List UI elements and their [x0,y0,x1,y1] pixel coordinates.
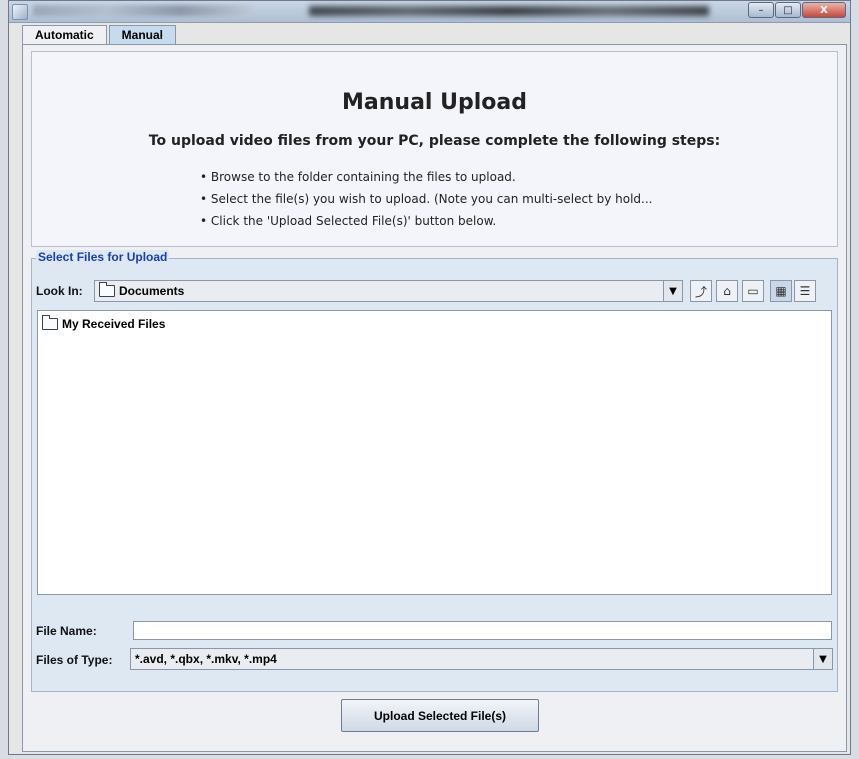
step-item: Click the 'Upload Selected File(s)' butt… [200,210,652,232]
page-title: Manual Upload [342,90,527,115]
minimize-button[interactable]: – [748,2,774,18]
list-view-button[interactable]: ▦ [770,280,792,302]
chevron-down-icon[interactable]: ▼ [813,649,832,669]
file-item-label: My Received Files [62,317,166,331]
file-list[interactable]: My Received Files [37,310,832,595]
file-chooser-group: Select Files for Upload Look In: Documen… [31,250,838,692]
look-in-row: Look In: Documents ▼ ⤴ ⌂ ▭ ▦ ☰ [36,280,833,304]
home-button[interactable]: ⌂ [716,280,738,302]
files-of-type-label: Files of Type: [36,653,113,667]
title-bar[interactable]: – □ X [9,1,850,23]
instructions-subtitle: To upload video files from your PC, plea… [148,133,721,149]
new-folder-button[interactable]: ▭ [742,280,764,302]
chevron-down-icon[interactable]: ▼ [663,281,682,301]
up-one-level-icon: ⤴ [694,284,707,299]
manual-tab-panel: Manual Upload To upload video files from… [22,44,847,752]
file-name-field[interactable] [133,621,832,640]
up-one-level-button[interactable]: ⤴ [690,280,712,302]
folder-icon [42,315,58,330]
java-app-icon [12,4,28,20]
app-window: – □ X Automatic Manual Manual Upload To … [8,0,851,755]
close-button[interactable]: X [802,2,846,18]
files-of-type-value: *.avd, *.qbx, *.mkv, *.mp4 [135,652,277,666]
tab-manual[interactable]: Manual [108,25,177,45]
folder-icon [99,282,115,297]
look-in-value: Documents [119,284,185,298]
details-view-icon: ☰ [799,284,811,298]
details-view-button[interactable]: ☰ [794,280,816,302]
file-chooser-legend: Select Files for Upload [36,250,170,264]
list-view-icon: ▦ [775,284,787,298]
home-icon: ⌂ [723,284,731,298]
files-of-type-combo[interactable]: *.avd, *.qbx, *.mkv, *.mp4 ▼ [130,648,833,670]
tab-automatic[interactable]: Automatic [22,25,107,44]
list-item[interactable]: My Received Files [42,315,166,331]
instructions-panel: Manual Upload To upload video files from… [31,51,838,247]
title-bar-blurred-region [309,6,709,16]
look-in-combo[interactable]: Documents ▼ [94,280,683,302]
instructions-steps: Browse to the folder containing the file… [200,166,653,232]
file-name-label: File Name: [36,624,97,638]
step-item: Select the file(s) you wish to upload. (… [200,188,653,210]
window-title-blurred [33,5,253,16]
look-in-label: Look In: [36,284,83,298]
maximize-button[interactable]: □ [775,2,801,18]
tab-bar: Automatic Manual [22,25,178,45]
new-folder-icon: ▭ [747,284,759,298]
upload-selected-files-button[interactable]: Upload Selected File(s) [341,699,539,732]
window-controls: – □ X [747,2,846,18]
step-item: Browse to the folder containing the file… [200,166,652,188]
